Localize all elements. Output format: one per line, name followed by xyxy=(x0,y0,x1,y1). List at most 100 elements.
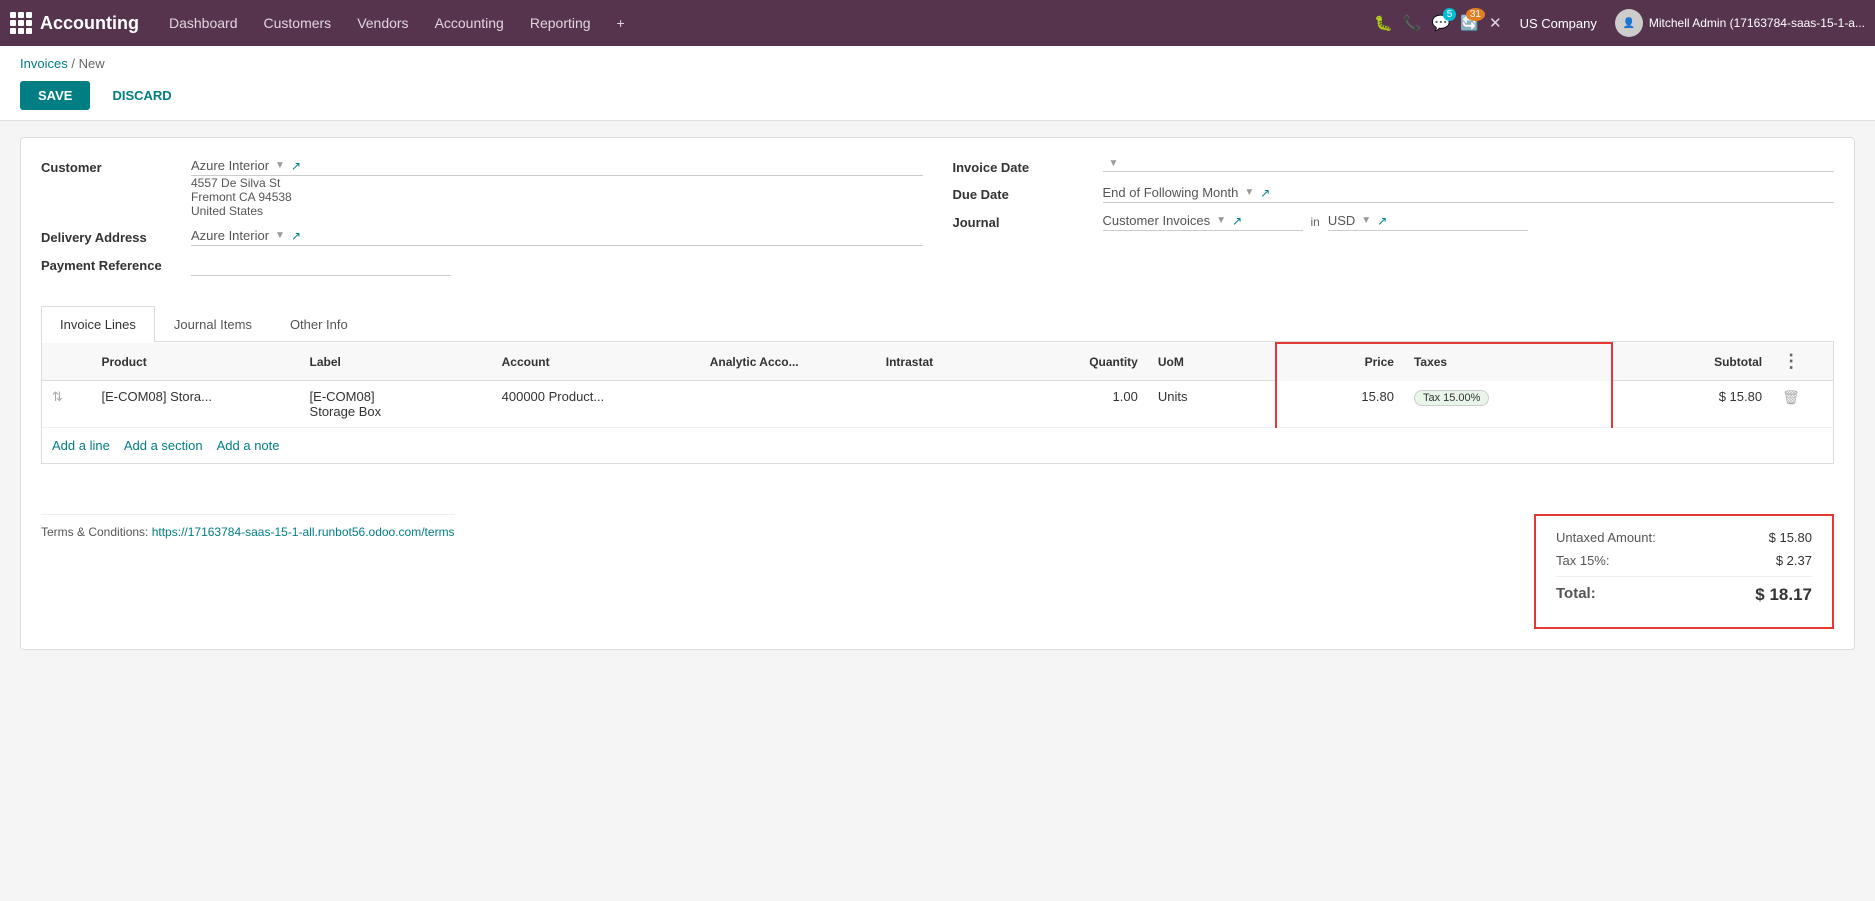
add-note-button[interactable]: Add a note xyxy=(217,438,280,453)
form-right: Invoice Date ▼ Due Date End of Following… xyxy=(953,158,1835,286)
close-icon[interactable]: ✕ xyxy=(1489,14,1502,32)
grid-icon[interactable] xyxy=(10,12,32,34)
delivery-external-link[interactable]: ↗ xyxy=(291,229,301,243)
delivery-address-field: Delivery Address Azure Interior ▼ ↗ xyxy=(41,228,923,246)
due-date-external-link[interactable]: ↗ xyxy=(1260,186,1270,200)
due-date-label: Due Date xyxy=(953,185,1103,202)
form-left: Customer Azure Interior ▼ ↗ 4557 De Silv… xyxy=(41,158,923,286)
tab-invoice-lines[interactable]: Invoice Lines xyxy=(41,306,155,342)
sort-handle-icon[interactable]: ⇅ xyxy=(52,389,63,404)
row-qty[interactable]: 1.00 xyxy=(1020,381,1148,428)
nav-reporting[interactable]: Reporting xyxy=(518,0,603,46)
tax-row: Tax 15%: $ 2.37 xyxy=(1556,553,1812,568)
table-row: ⇅ [E-COM08] Stora... [E-COM08] Storage B… xyxy=(42,381,1833,428)
invoice-date-label: Invoice Date xyxy=(953,158,1103,175)
terms-section: Terms & Conditions: https://17163784-saa… xyxy=(41,514,455,539)
main-nav: Dashboard Customers Vendors Accounting R… xyxy=(157,0,1368,46)
row-uom[interactable]: Units xyxy=(1148,381,1276,428)
main-content: Customer Azure Interior ▼ ↗ 4557 De Silv… xyxy=(0,121,1875,666)
invoice-date-arrow: ▼ xyxy=(1109,158,1119,169)
user-name: Mitchell Admin (17163784-saas-15-1-a... xyxy=(1649,16,1865,30)
invoice-table-wrapper: Product Label Account Analytic Acco... I… xyxy=(41,341,1834,464)
add-section-button[interactable]: Add a section xyxy=(124,438,203,453)
messages-badge: 5 xyxy=(1443,8,1457,21)
untaxed-value: $ 15.80 xyxy=(1769,530,1812,545)
tabs: Invoice Lines Journal Items Other Info xyxy=(41,306,1834,342)
tax-label: Tax 15%: xyxy=(1556,553,1609,568)
invoice-date-value: ▼ xyxy=(1103,158,1835,172)
delete-icon[interactable]: 🗑 xyxy=(1782,389,1800,405)
delivery-dropdown[interactable]: Azure Interior ▼ ↗ xyxy=(191,228,923,246)
phone-icon[interactable]: 📞 xyxy=(1403,14,1422,32)
row-taxes[interactable]: Tax 15.00% xyxy=(1404,381,1612,428)
price-value: 15.80 xyxy=(1361,389,1394,404)
payment-reference-value xyxy=(191,256,923,276)
col-header-account: Account xyxy=(492,343,700,381)
save-button[interactable]: SAVE xyxy=(20,81,90,110)
nav-accounting[interactable]: Accounting xyxy=(423,0,516,46)
col-header-handle xyxy=(42,343,91,381)
total-label: Total: xyxy=(1556,585,1596,605)
nav-dashboard[interactable]: Dashboard xyxy=(157,0,250,46)
tab-journal-items[interactable]: Journal Items xyxy=(155,306,271,342)
untaxed-label: Untaxed Amount: xyxy=(1556,530,1656,545)
address-line2: Fremont CA 94538 xyxy=(191,190,923,204)
action-bar: SAVE DISCARD xyxy=(0,75,1875,121)
terms-link[interactable]: https://17163784-saas-15-1-all.runbot56.… xyxy=(152,525,455,539)
delivery-selected: Azure Interior xyxy=(191,228,269,243)
user-info[interactable]: 👤 Mitchell Admin (17163784-saas-15-1-a..… xyxy=(1615,9,1865,37)
row-product[interactable]: [E-COM08] Stora... xyxy=(91,381,299,428)
due-date-dropdown[interactable]: End of Following Month ▼ ↗ xyxy=(1103,185,1835,203)
row-intrastat[interactable] xyxy=(876,381,1020,428)
row-price[interactable]: 15.80 xyxy=(1276,381,1404,428)
customer-selected: Azure Interior xyxy=(191,158,269,173)
nav-vendors[interactable]: Vendors xyxy=(345,0,420,46)
currency-external-link[interactable]: ↗ xyxy=(1377,214,1387,228)
row-actions[interactable]: 🗑 xyxy=(1772,381,1833,428)
journal-selected: Customer Invoices xyxy=(1103,213,1211,228)
account-value: 400000 Product... xyxy=(502,389,605,404)
customer-dropdown[interactable]: Azure Interior ▼ ↗ xyxy=(191,158,923,176)
activity-icon[interactable]: 🔄 31 xyxy=(1460,14,1479,32)
discard-button[interactable]: DISCARD xyxy=(100,81,183,110)
nav-customers[interactable]: Customers xyxy=(252,0,344,46)
messages-icon[interactable]: 💬 5 xyxy=(1432,14,1451,32)
totals-box: Untaxed Amount: $ 15.80 Tax 15%: $ 2.37 … xyxy=(1534,514,1834,629)
invoice-date-dropdown[interactable]: ▼ xyxy=(1103,158,1835,172)
row-account[interactable]: 400000 Product... xyxy=(492,381,700,428)
customer-external-link[interactable]: ↗ xyxy=(291,159,301,173)
breadcrumb: Invoices / New xyxy=(0,46,1875,75)
tab-other-info[interactable]: Other Info xyxy=(271,306,367,342)
row-analytic[interactable] xyxy=(700,381,876,428)
tax-badge: Tax 15.00% xyxy=(1414,390,1489,406)
journal-external-link[interactable]: ↗ xyxy=(1232,214,1242,228)
top-navigation: Accounting Dashboard Customers Vendors A… xyxy=(0,0,1875,46)
nav-add[interactable]: + xyxy=(605,0,637,46)
due-date-value: End of Following Month ▼ ↗ xyxy=(1103,185,1835,203)
due-date-selected: End of Following Month xyxy=(1103,185,1239,200)
due-date-arrow: ▼ xyxy=(1244,187,1254,198)
row-handle[interactable]: ⇅ xyxy=(42,381,91,428)
breadcrumb-parent[interactable]: Invoices xyxy=(20,56,68,71)
tax-value: $ 2.37 xyxy=(1776,553,1812,568)
table-header-row: Product Label Account Analytic Acco... I… xyxy=(42,343,1833,381)
add-line-button[interactable]: Add a line xyxy=(52,438,110,453)
totals-section: Untaxed Amount: $ 15.80 Tax 15%: $ 2.37 … xyxy=(1534,514,1834,629)
currency-dropdown[interactable]: USD ▼ ↗ xyxy=(1328,213,1528,231)
payment-reference-input[interactable] xyxy=(191,256,451,276)
address-line1: 4557 De Silva St xyxy=(191,176,923,190)
more-icon[interactable]: ⋮ xyxy=(1782,351,1800,371)
row-label[interactable]: [E-COM08] Storage Box xyxy=(300,381,492,428)
row-subtotal: $ 15.80 xyxy=(1612,381,1772,428)
customer-field: Customer Azure Interior ▼ ↗ 4557 De Silv… xyxy=(41,158,923,218)
bug-icon[interactable]: 🐛 xyxy=(1374,14,1393,32)
journal-dropdown[interactable]: Customer Invoices ▼ ↗ xyxy=(1103,213,1303,231)
delivery-arrow: ▼ xyxy=(275,230,285,241)
customer-arrow: ▼ xyxy=(275,160,285,171)
activity-badge: 31 xyxy=(1466,8,1485,21)
journal-label: Journal xyxy=(953,213,1103,230)
payment-reference-label: Payment Reference xyxy=(41,256,191,273)
payment-reference-field: Payment Reference xyxy=(41,256,923,276)
breadcrumb-current: New xyxy=(79,56,105,71)
add-buttons: Add a line Add a section Add a note xyxy=(42,428,1833,463)
